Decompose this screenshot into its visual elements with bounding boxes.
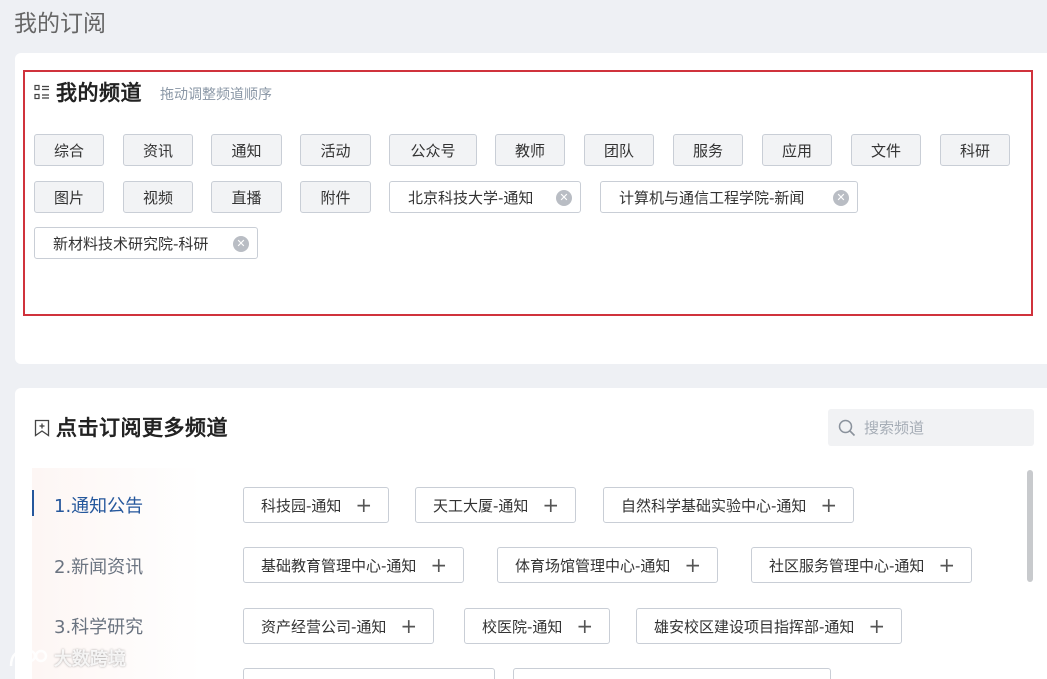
subscribe-chip[interactable]: 基础教育管理中心-通知 + xyxy=(243,547,465,583)
channel-chip-removable[interactable]: 新材料技术研究院-科研 ✕ xyxy=(34,227,258,259)
remove-icon[interactable]: ✕ xyxy=(833,190,849,206)
channel-chip-removable[interactable]: 计算机与通信工程学院-新闻 ✕ xyxy=(600,181,858,213)
my-channels-header: 我的频道 拖动调整频道顺序 xyxy=(34,77,272,107)
list-icon xyxy=(34,84,50,100)
subscribe-chip[interactable]: 科技园-通知 + xyxy=(243,487,390,523)
channel-chip[interactable]: 科研 xyxy=(940,134,1010,166)
plus-icon[interactable]: + xyxy=(355,495,372,515)
page-title: 我的订阅 xyxy=(14,11,106,37)
watermark-text: 大数跨境 xyxy=(54,649,126,670)
channel-chip[interactable]: 服务 xyxy=(673,134,743,166)
channel-chip[interactable]: 图片 xyxy=(34,181,104,213)
category-item[interactable]: 1.通知公告 xyxy=(54,492,143,518)
subscribe-chip[interactable]: 校医院-通知 + xyxy=(464,608,611,644)
drag-hint: 拖动调整频道顺序 xyxy=(160,86,272,103)
channel-chip[interactable]: 通知 xyxy=(211,134,282,166)
remove-icon[interactable]: ✕ xyxy=(556,190,572,206)
subscribe-chip[interactable]: 社区服务管理中心-通知 + xyxy=(751,547,973,583)
subscribe-chip[interactable]: 资产经营公司-通知 + xyxy=(243,608,435,644)
subscribe-chip[interactable] xyxy=(513,668,831,679)
subscribe-chip[interactable] xyxy=(243,668,495,679)
plus-icon[interactable]: + xyxy=(576,616,593,636)
more-channels-header: 点击订阅更多频道 xyxy=(34,412,228,442)
channel-chip[interactable]: 附件 xyxy=(300,181,371,213)
channel-chip[interactable]: 资讯 xyxy=(123,134,193,166)
bookmark-icon xyxy=(34,419,50,437)
subscribe-chip[interactable]: 天工大厦-通知 + xyxy=(415,487,577,523)
watermark: 大数跨境 xyxy=(8,645,126,671)
search-icon xyxy=(838,419,856,437)
plus-icon[interactable]: + xyxy=(868,616,885,636)
channel-chip-removable[interactable]: 北京科技大学-通知 ✕ xyxy=(389,181,581,213)
my-channels-card: 我的频道 拖动调整频道顺序 综合 资讯 通知 活动 公众号 教师 团队 服务 应… xyxy=(15,53,1047,364)
plus-icon[interactable]: + xyxy=(820,495,837,515)
channel-chip[interactable]: 团队 xyxy=(584,134,654,166)
category-item[interactable]: 2.新闻资讯 xyxy=(54,553,143,579)
channel-chip[interactable]: 活动 xyxy=(300,134,371,166)
channel-chip[interactable]: 文件 xyxy=(851,134,921,166)
active-category-indicator xyxy=(32,490,34,516)
plus-icon[interactable]: + xyxy=(684,555,701,575)
plus-icon[interactable]: + xyxy=(938,555,955,575)
channel-chip[interactable]: 直播 xyxy=(211,181,282,213)
channel-chip[interactable]: 应用 xyxy=(762,134,832,166)
category-item[interactable]: 3.科学研究 xyxy=(54,613,143,639)
plus-icon[interactable]: + xyxy=(542,495,559,515)
search-input[interactable] xyxy=(864,418,1014,437)
more-channels-card: 点击订阅更多频道 1.通知公告 2.新闻资讯 3.科学研究 科技园-通知+ 天工… xyxy=(15,388,1047,679)
my-channels-title: 我的频道 xyxy=(56,81,142,105)
channel-chip[interactable]: 教师 xyxy=(495,134,565,166)
remove-icon[interactable]: ✕ xyxy=(233,236,249,252)
more-channels-title: 点击订阅更多频道 xyxy=(56,416,228,440)
plus-icon[interactable]: + xyxy=(430,555,447,575)
watermark-logo-icon xyxy=(8,646,48,670)
plus-icon[interactable]: + xyxy=(400,616,417,636)
channel-chip[interactable]: 公众号 xyxy=(389,134,477,166)
channel-chip[interactable]: 综合 xyxy=(34,134,104,166)
channel-chip[interactable]: 视频 xyxy=(123,181,193,213)
channel-search[interactable] xyxy=(828,409,1034,446)
my-channels-panel: 我的频道 拖动调整频道顺序 综合 资讯 通知 活动 公众号 教师 团队 服务 应… xyxy=(23,70,1033,316)
scrollbar[interactable] xyxy=(1027,470,1033,582)
subscribe-chip[interactable]: 雄安校区建设项目指挥部-通知 + xyxy=(636,608,903,644)
subscribe-chip[interactable]: 体育场馆管理中心-通知 + xyxy=(497,547,719,583)
subscribe-chip[interactable]: 自然科学基础实验中心-通知 + xyxy=(603,487,855,523)
